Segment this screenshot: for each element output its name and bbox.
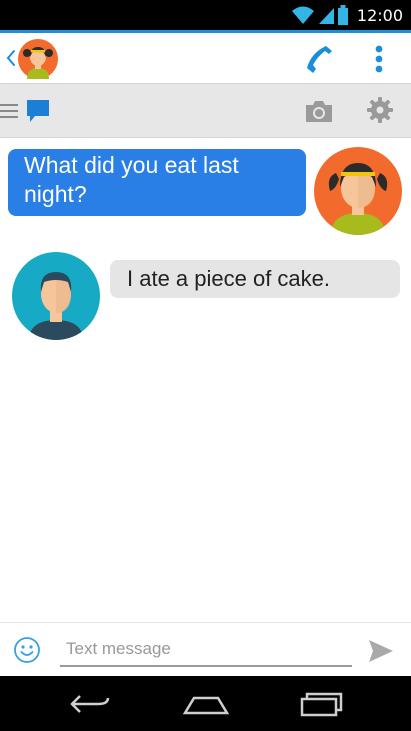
chat-bubble-icon[interactable] [25,97,51,125]
cellular-signal-icon [318,8,334,24]
phone-icon[interactable] [302,43,336,77]
hamburger-menu-icon[interactable] [0,101,20,121]
overflow-menu-icon[interactable] [364,42,394,76]
boy-avatar [12,252,100,340]
incoming-message-text: I ate a piece of cake. [127,266,331,291]
girl-avatar [314,147,402,235]
status-icons: 12:00 [291,0,403,30]
app-bar [0,30,411,84]
gear-icon[interactable] [366,96,394,124]
incoming-message-bubble[interactable]: I ate a piece of cake. [110,260,400,298]
contact-avatar[interactable] [18,39,58,79]
outgoing-message-text: What did you eat last night? [24,152,239,207]
nav-back-icon[interactable] [68,692,112,716]
status-bar: 12:00 [0,0,411,30]
smiley-icon[interactable] [13,636,41,664]
camera-icon[interactable] [304,98,334,124]
outgoing-message-bubble[interactable]: What did you eat last night? [8,149,306,216]
system-nav-bar [0,676,411,731]
wifi-icon [291,6,314,24]
message-list: What did you eat last night? I ate a pie… [0,138,411,622]
text-message-input[interactable] [60,633,352,667]
message-composer [0,622,411,676]
nav-recents-icon[interactable] [298,690,344,718]
battery-icon [337,5,348,25]
nav-home-icon[interactable] [182,692,230,716]
status-time: 12:00 [356,5,403,25]
toolbar [0,84,411,138]
send-icon[interactable] [367,638,395,664]
back-chevron-icon[interactable] [4,47,18,69]
